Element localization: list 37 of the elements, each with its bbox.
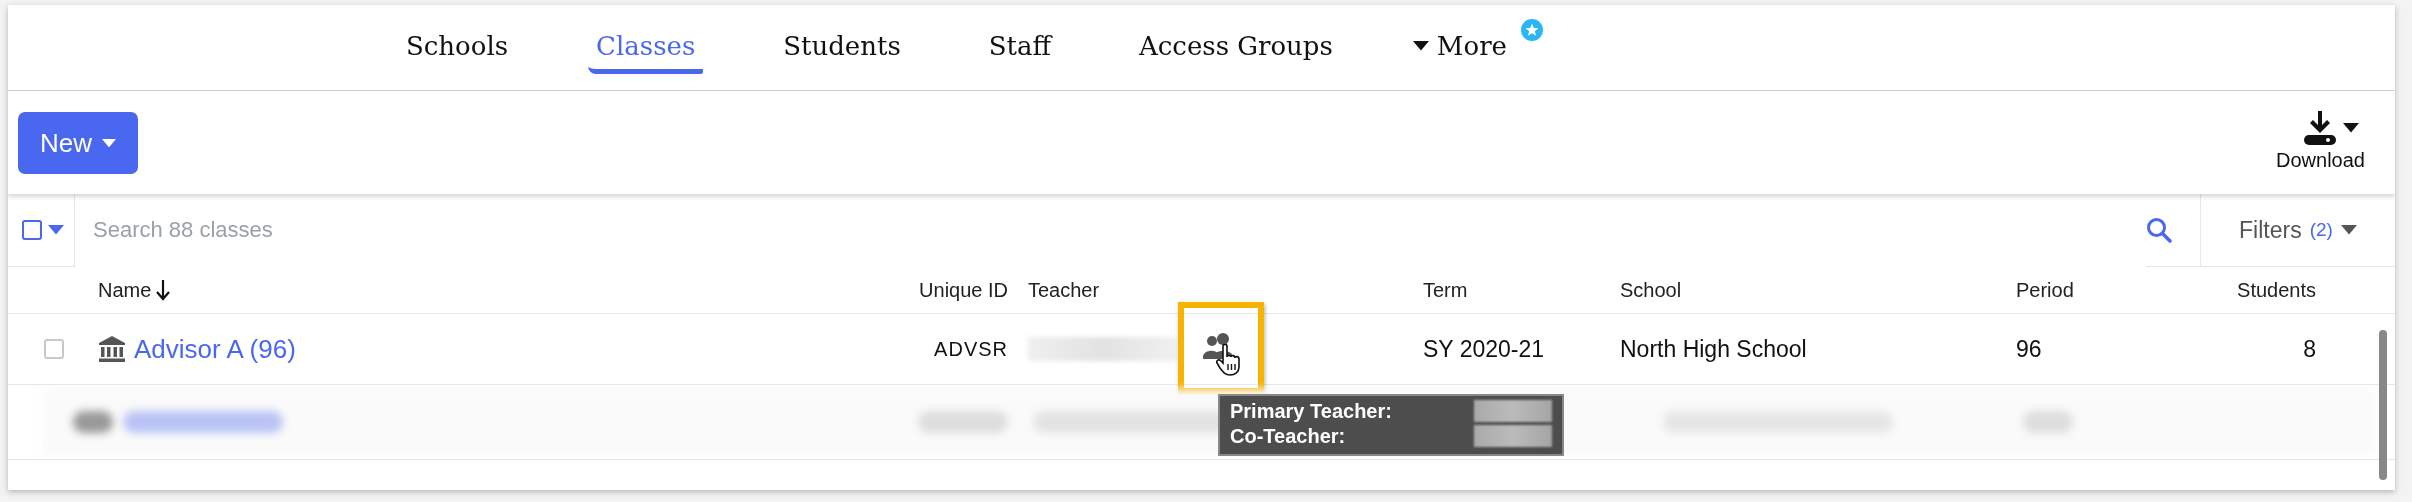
column-header[interactable]: Term: [1423, 278, 1468, 302]
column-header[interactable]: Teacher: [1028, 278, 1100, 302]
table-cell: SY 2020-21: [1423, 335, 1545, 363]
nav-tab[interactable]: Students: [775, 5, 909, 74]
caret-icon: [2340, 225, 2357, 235]
nav-tab[interactable]: Schools: [398, 5, 517, 74]
nav-tab[interactable]: Access Groups: [1131, 5, 1341, 74]
column-header[interactable]: Unique ID: [919, 278, 1008, 302]
caret-icon: [48, 225, 64, 235]
row-checkbox[interactable]: [44, 339, 64, 359]
caret-icon: [2342, 123, 2359, 133]
caret-icon: [1412, 41, 1429, 51]
scrollbar[interactable]: [2379, 330, 2387, 480]
bank-icon: [98, 335, 126, 363]
filters-button[interactable]: Filters (2): [2200, 194, 2395, 266]
search-icon[interactable]: [2146, 217, 2172, 243]
download-button[interactable]: Download: [2276, 111, 2365, 172]
new-button[interactable]: New: [18, 112, 138, 174]
column-header[interactable]: Students: [2237, 278, 2316, 302]
class-link[interactable]: Advisor A (96): [134, 333, 296, 365]
table-cell: 96: [2016, 335, 2042, 363]
column-header[interactable]: School: [1620, 278, 1682, 302]
table-cell: 8: [2303, 335, 2316, 363]
tooltip-label: Primary Teacher:: [1230, 400, 1393, 423]
tooltip-label: Co-Teacher:: [1230, 425, 1347, 448]
sort-arrow-icon[interactable]: [155, 279, 172, 301]
select-all-checkbox[interactable]: [22, 220, 42, 240]
column-header[interactable]: Name: [98, 278, 152, 302]
more-menu[interactable]: More: [1412, 5, 1507, 69]
table-cell: North High School: [1620, 335, 1807, 363]
download-icon: [2302, 111, 2337, 145]
hand-cursor-icon: [1216, 344, 1242, 376]
nav-tab[interactable]: Staff: [980, 5, 1060, 74]
nav-tab[interactable]: Classes: [588, 5, 704, 74]
table-cell: ADVSR: [934, 337, 1008, 361]
column-header[interactable]: Period: [2016, 278, 2074, 302]
caret-icon: [102, 138, 116, 148]
